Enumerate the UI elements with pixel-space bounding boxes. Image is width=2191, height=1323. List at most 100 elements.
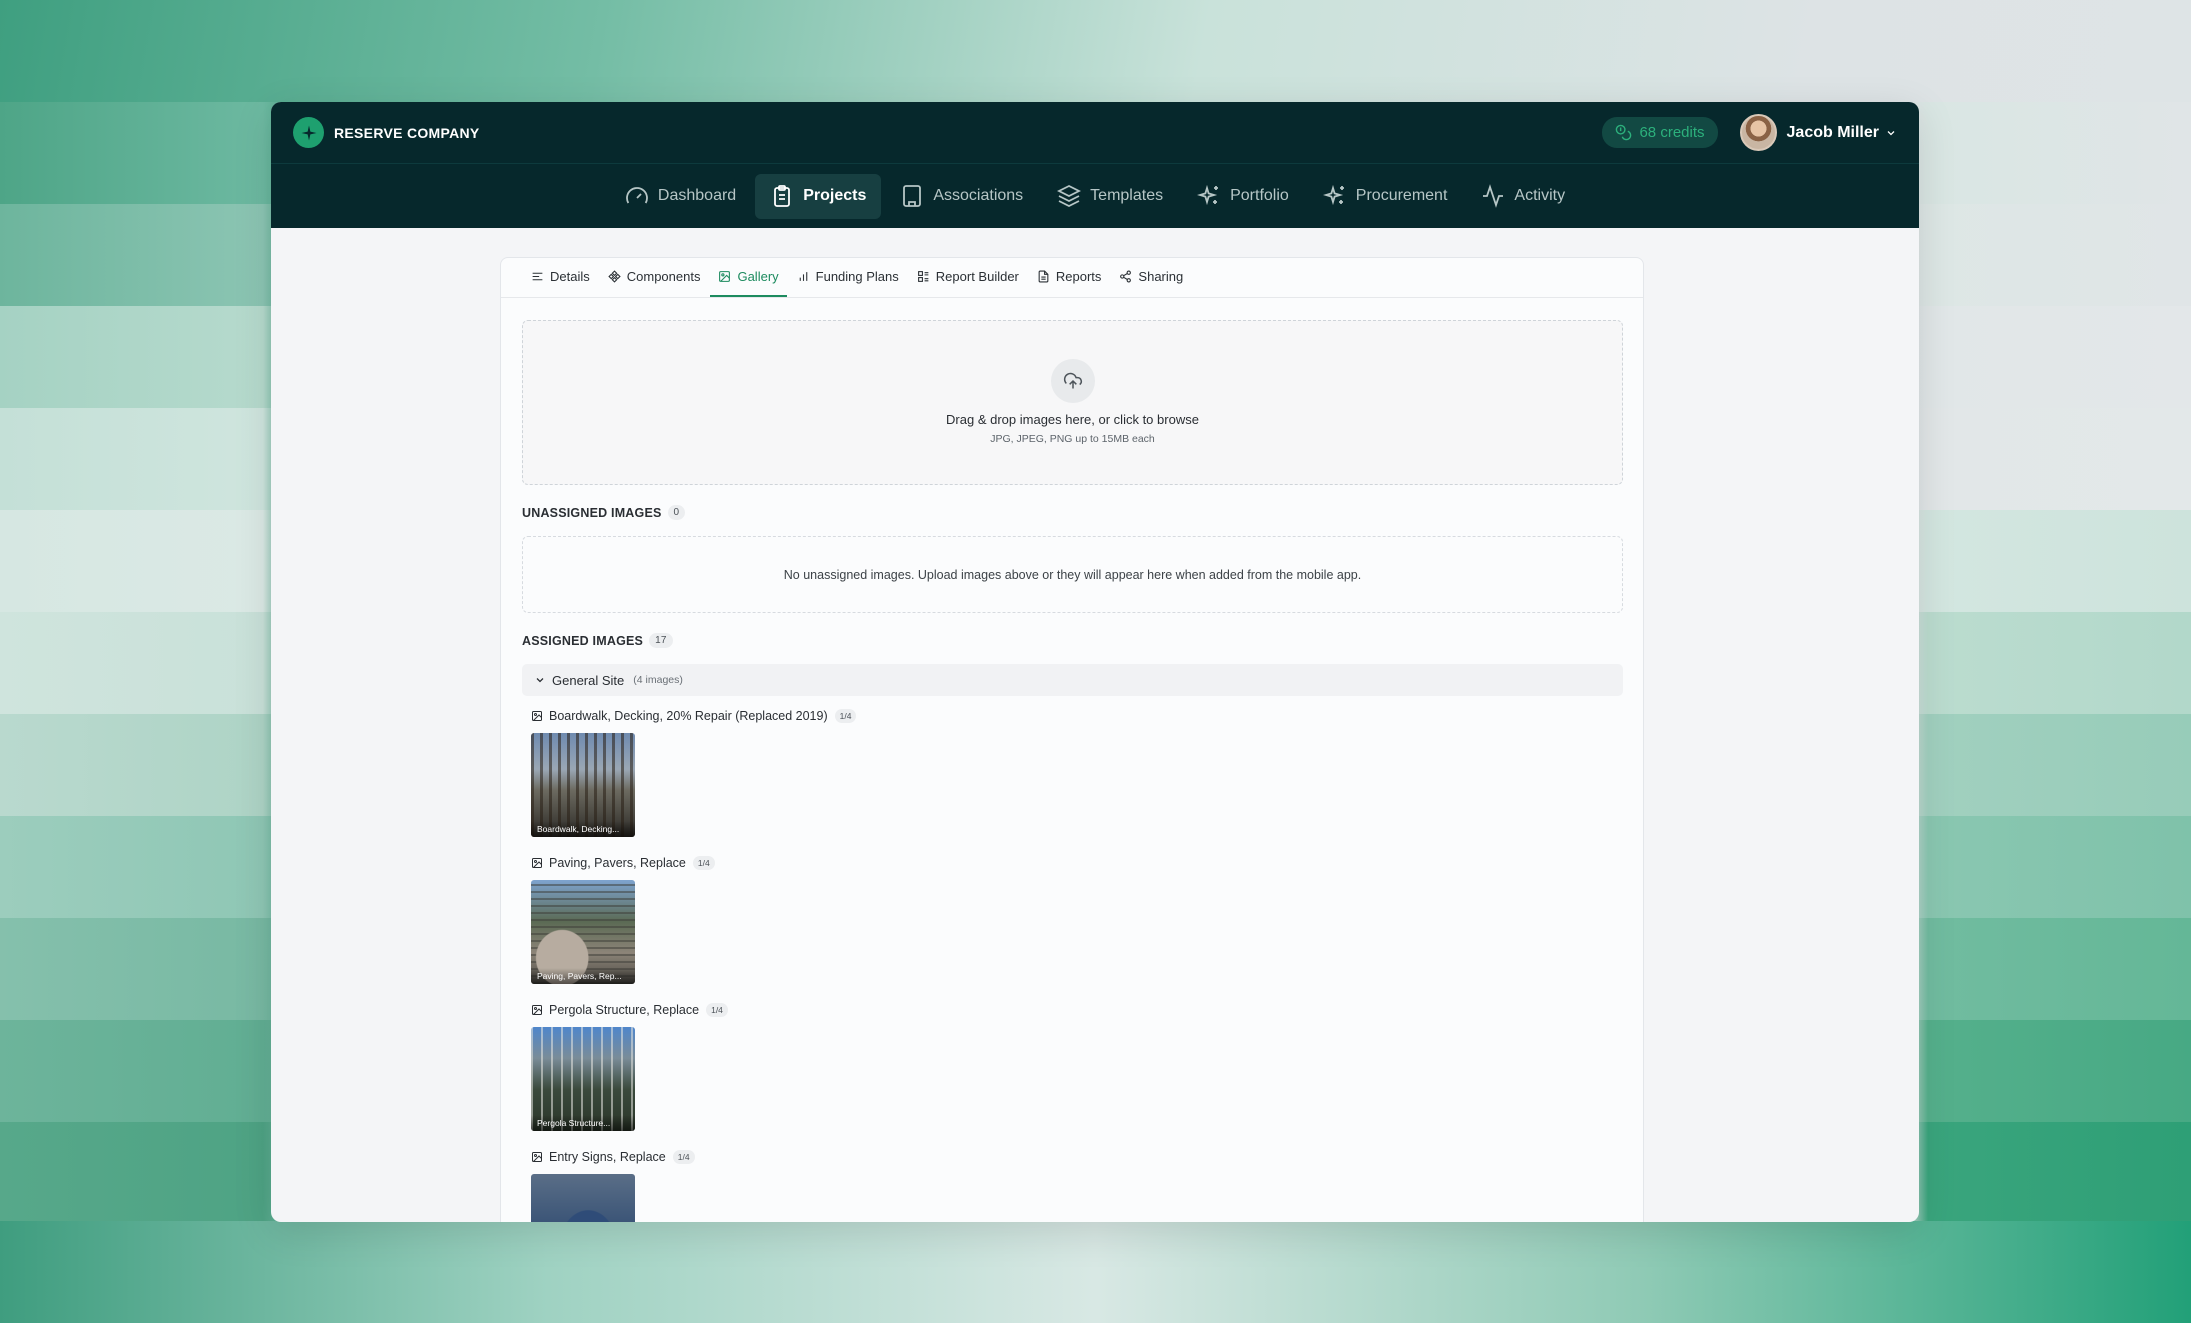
sparkles-icon: [1322, 184, 1344, 206]
tab-label: Reports: [1055, 269, 1102, 284]
clipboard-icon: [774, 185, 791, 207]
image-icon: [719, 271, 731, 282]
component-name: Pergola Structure, Replace: [549, 1003, 700, 1017]
share-icon: [1120, 270, 1132, 283]
tab-label: Sharing: [1138, 269, 1184, 284]
tab-sharing[interactable]: Sharing: [1111, 258, 1191, 297]
background-bottom: [0, 1221, 2191, 1323]
logo-icon[interactable]: [293, 117, 324, 148]
unassigned-count: 0: [667, 505, 686, 520]
group-general-site[interactable]: General Site (4 images): [522, 664, 1623, 696]
nav-projects[interactable]: Projects: [755, 173, 882, 219]
image-thumbnail[interactable]: [531, 1174, 635, 1222]
tab-label: Gallery: [737, 269, 779, 284]
assigned-title: ASSIGNED IMAGES: [522, 633, 644, 648]
tab-funding-plans[interactable]: Funding Plans: [789, 258, 907, 297]
group-count: (4 images): [633, 674, 683, 686]
credits-label: 68 credits: [1639, 124, 1705, 141]
lines-icon: [532, 272, 543, 281]
component-title: Boardwalk, Decking, 20% Repair (Replaced…: [531, 709, 857, 723]
nav-label: Dashboard: [657, 187, 737, 204]
top-right: 68 credits Jacob Miller: [1602, 102, 1897, 163]
thumbnail-caption: Paving, Pavers, Rep...: [531, 968, 635, 984]
coins-icon: [1616, 124, 1632, 141]
user-name[interactable]: Jacob Miller: [1787, 124, 1879, 142]
component-title: Entry Signs, Replace 1/4: [531, 1150, 695, 1164]
nav-portfolio[interactable]: Portfolio: [1182, 174, 1304, 219]
activity-icon: [1483, 184, 1504, 208]
component-name: Paving, Pavers, Replace: [549, 856, 686, 870]
company-name: RESERVE COMPANY: [334, 124, 480, 141]
tab-label: Details: [550, 269, 590, 284]
image-thumbnail[interactable]: Paving, Pavers, Rep...: [531, 880, 635, 984]
image-thumbnail[interactable]: Boardwalk, Decking...: [531, 733, 635, 837]
nav-dashboard[interactable]: Dashboard: [610, 174, 751, 219]
unassigned-empty-state: No unassigned images. Upload images abov…: [522, 536, 1623, 613]
tab-components[interactable]: Components: [600, 258, 709, 297]
bar-chart-icon: [799, 272, 807, 281]
nav-templates[interactable]: Templates: [1042, 174, 1178, 219]
component-paving: Paving, Pavers, Replace 1/4 Paving, Pave…: [531, 856, 715, 984]
unassigned-heading: UNASSIGNED IMAGES 0: [522, 505, 686, 520]
chevron-down-icon: [536, 678, 544, 683]
nav-label: Procurement: [1355, 187, 1448, 204]
cloud-upload-icon: [1063, 372, 1082, 389]
credits-badge[interactable]: 68 credits: [1602, 117, 1718, 148]
chevron-down-icon[interactable]: [1885, 127, 1897, 139]
group-name: General Site: [552, 672, 625, 688]
nav-associations[interactable]: Associations: [885, 174, 1038, 219]
nav-label: Associations: [933, 187, 1024, 204]
top-bar: RESERVE COMPANY 68 credits Jacob Miller: [271, 102, 1919, 163]
component-icon: [608, 270, 621, 283]
upload-subtitle: JPG, JPEG, PNG up to 15MB each: [990, 433, 1155, 445]
image-icon: [532, 711, 542, 721]
image-icon: [532, 858, 542, 868]
gauge-icon: [626, 187, 648, 204]
component-boardwalk: Boardwalk, Decking, 20% Repair (Replaced…: [531, 709, 857, 837]
upload-title: Drag & drop images here, or click to bro…: [946, 412, 1199, 427]
tab-report-builder[interactable]: Report Builder: [909, 258, 1027, 297]
nav-label: Templates: [1090, 187, 1164, 204]
assigned-heading: ASSIGNED IMAGES 17: [522, 633, 673, 648]
content-area: Details Components Gallery Funding Plans…: [271, 228, 1919, 1222]
component-badge: 1/4: [834, 709, 857, 723]
nav-label: Portfolio: [1230, 187, 1289, 204]
assigned-count: 17: [649, 633, 673, 648]
component-title: Paving, Pavers, Replace 1/4: [531, 856, 715, 870]
component-pergola: Pergola Structure, Replace 1/4 Pergola S…: [531, 1003, 728, 1131]
nav-label: Projects: [803, 187, 867, 204]
app-window: RESERVE COMPANY 68 credits Jacob Miller …: [271, 102, 1919, 1222]
avatar[interactable]: [1739, 114, 1777, 151]
nav-procurement[interactable]: Procurement: [1308, 174, 1463, 219]
main-nav: Dashboard Projects Associations Template…: [271, 163, 1919, 228]
tab-label: Report Builder: [935, 269, 1019, 284]
tab-label: Components: [626, 269, 701, 284]
layers-icon: [1057, 184, 1082, 208]
tab-reports[interactable]: Reports: [1029, 258, 1110, 297]
nav-label: Activity: [1514, 187, 1566, 204]
component-badge: 1/4: [692, 856, 715, 870]
building-icon: [903, 185, 922, 207]
component-name: Boardwalk, Decking, 20% Repair (Replaced…: [549, 709, 828, 723]
component-title: Pergola Structure, Replace 1/4: [531, 1003, 728, 1017]
thumbnail-caption: Pergola Structure...: [531, 1115, 635, 1131]
image-icon: [532, 1152, 542, 1162]
tab-label: Funding Plans: [815, 269, 899, 284]
builder-icon: [917, 271, 929, 282]
component-badge: 1/4: [672, 1150, 695, 1164]
file-icon: [1038, 270, 1049, 283]
nav-activity[interactable]: Activity: [1466, 174, 1580, 219]
upload-dropzone[interactable]: Drag & drop images here, or click to bro…: [522, 320, 1623, 485]
upload-icon-circle: [1050, 359, 1095, 403]
component-entry-signs: Entry Signs, Replace 1/4: [531, 1150, 695, 1222]
thumbnail-caption: Boardwalk, Decking...: [531, 821, 635, 837]
component-name: Entry Signs, Replace: [549, 1150, 666, 1164]
tab-gallery[interactable]: Gallery: [710, 258, 787, 297]
project-tabs: Details Components Gallery Funding Plans…: [501, 258, 1643, 298]
image-thumbnail[interactable]: Pergola Structure...: [531, 1027, 635, 1131]
tab-details[interactable]: Details: [523, 258, 598, 297]
gallery-panel: Details Components Gallery Funding Plans…: [500, 257, 1644, 1222]
component-badge: 1/4: [706, 1003, 728, 1017]
unassigned-title: UNASSIGNED IMAGES: [522, 505, 662, 520]
sparkles-icon: [1197, 184, 1219, 206]
